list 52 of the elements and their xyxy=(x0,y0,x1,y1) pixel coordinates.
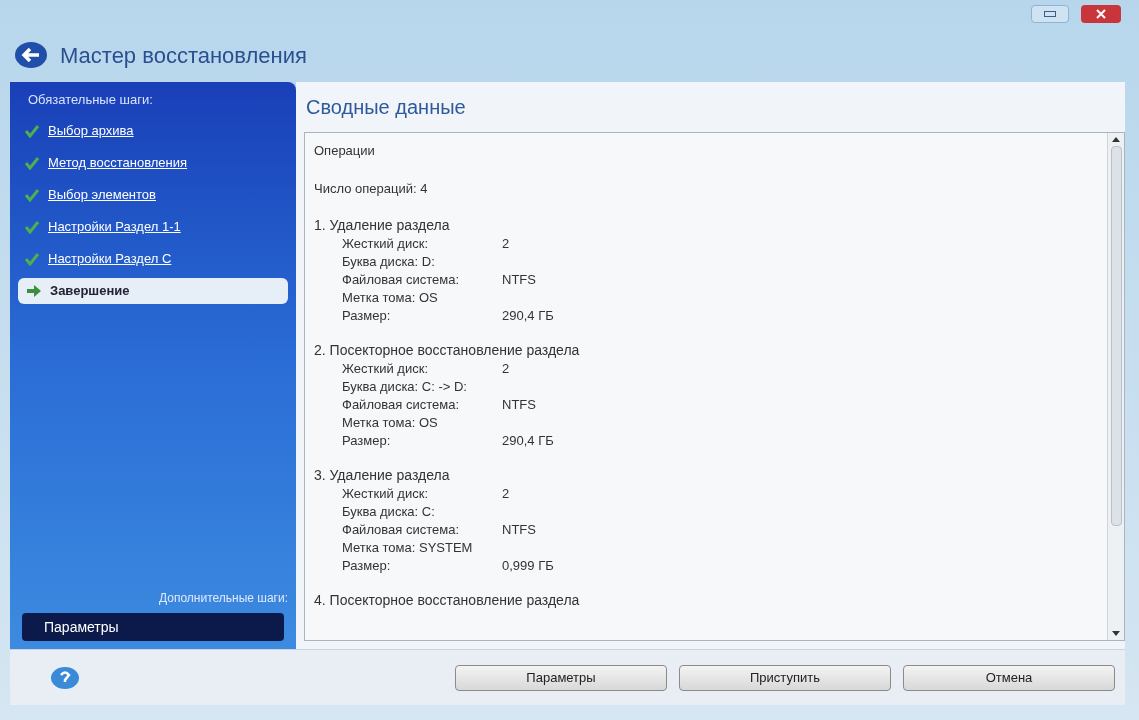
current-step-item[interactable]: Завершение xyxy=(18,277,288,304)
field-value: NTFS xyxy=(502,271,536,289)
field-label: Буква диска: C: xyxy=(342,503,435,521)
sidebar-heading: Обязательные шаги: xyxy=(27,91,154,109)
field-label: Размер: xyxy=(342,307,392,325)
step-link[interactable]: Метод восстановления xyxy=(48,152,188,173)
field-label: Жесткий диск: xyxy=(342,360,429,378)
dialog-button[interactable]: Отмена xyxy=(903,664,1115,691)
operation-title: 4. Посекторное восстановление раздела xyxy=(314,591,581,610)
window-title: Мастер восстановления xyxy=(60,41,307,70)
field-value: 2 xyxy=(502,485,510,503)
close-button[interactable] xyxy=(1081,5,1121,23)
field-label: Размер: xyxy=(342,432,392,450)
field-value: 0,999 ГБ xyxy=(502,557,554,575)
field-value: NTFS xyxy=(502,396,536,414)
operation-title: 3. Удаление раздела xyxy=(314,466,451,485)
operation-count: Число операций: 4 xyxy=(314,179,429,198)
sidebar-heading: Дополнительные шаги: xyxy=(158,590,289,607)
field-label: Жесткий диск: xyxy=(342,235,429,253)
step-link[interactable]: Выбор архива xyxy=(48,120,134,141)
field-value: 290,4 ГБ xyxy=(502,307,554,325)
field-label: Файловая система: xyxy=(342,396,461,414)
step-link[interactable]: Настройки Раздел C xyxy=(48,248,172,269)
field-label: Жесткий диск: xyxy=(342,485,429,503)
parameters-button[interactable]: Параметры xyxy=(22,613,284,641)
scroll-up-icon[interactable] xyxy=(1112,137,1120,142)
summary-heading: Операции xyxy=(314,142,376,160)
operation-title: 1. Удаление раздела xyxy=(314,216,451,235)
scroll-down-icon[interactable] xyxy=(1112,631,1120,636)
field-label: Метка тома: SYSTEM xyxy=(342,539,473,557)
field-label: Файловая система: xyxy=(342,271,461,289)
field-label: Размер: xyxy=(342,557,392,575)
operation-title: 2. Посекторное восстановление раздела xyxy=(314,341,581,360)
section-heading: Сводные данные xyxy=(306,95,466,120)
field-value: 2 xyxy=(502,235,510,253)
step-link[interactable]: Выбор элементов xyxy=(48,184,156,205)
step-link[interactable]: Настройки Раздел 1-1 xyxy=(48,216,181,237)
field-label: Буква диска: C: -> D: xyxy=(342,378,467,396)
field-value: 290,4 ГБ xyxy=(502,432,554,450)
close-icon xyxy=(1095,9,1107,19)
step-label: Завершение xyxy=(50,281,130,300)
minimize-button[interactable] xyxy=(1031,5,1069,23)
field-label: Метка тома: OS xyxy=(342,414,438,432)
help-icon[interactable] xyxy=(50,665,80,690)
dialog-button[interactable]: Приступить xyxy=(679,664,891,691)
field-value: NTFS xyxy=(502,521,536,539)
field-label: Буква диска: D: xyxy=(342,253,435,271)
dialog-button[interactable]: Параметры xyxy=(455,664,667,691)
scrollbar[interactable] xyxy=(1107,133,1124,640)
field-label: Метка тома: OS xyxy=(342,289,438,307)
field-label: Файловая система: xyxy=(342,521,461,539)
field-value: 2 xyxy=(502,360,510,378)
